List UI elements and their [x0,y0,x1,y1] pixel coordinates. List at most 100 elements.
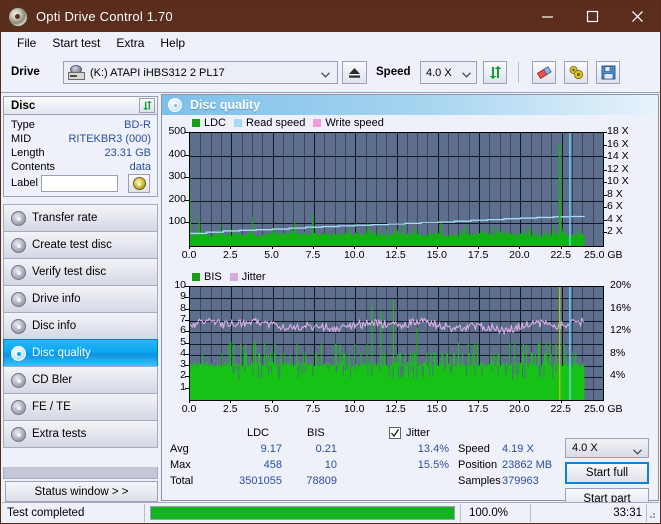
progress-bar [150,506,455,520]
stats-total-ldc: 3501055 [239,475,282,487]
sidebar-item-extra-tests[interactable]: Extra tests [3,420,158,448]
sidebar-item-disc-quality[interactable]: Disc quality [3,339,158,367]
bis-y-tick: 1 [180,380,186,393]
app-icon [8,6,28,27]
ldc-x-tickmark [519,246,521,249]
ldc-x-tickmark [312,246,314,249]
disc-row-key: MID [11,133,32,145]
sidebar-item-drive-info[interactable]: Drive info [3,285,158,313]
menu-file[interactable]: File [9,34,44,52]
speed-select-value: 4.0 X [426,66,452,79]
sidebar-item-disc-info[interactable]: Disc info [3,312,158,340]
sidebar-item-verify-test-disc[interactable]: Verify test disc [3,258,158,286]
bis-x-tickmark [560,400,562,403]
disc-icon [11,264,26,280]
bis-chart: BIS Jitter 1 2 3 4 5 6 7 8 9 10 4% 8% 12% 16% 20% 0.0… [162,270,658,425]
bis-x-tick: 25.0 GB [584,403,623,415]
bis-y-tick: 7 [180,312,186,325]
disc-row-mid: MID RITEKBR3 (000) [4,133,159,148]
sidebar-item-fe-te[interactable]: FE / TE [3,393,158,421]
minimize-icon[interactable] [525,1,570,32]
label-disc-button[interactable] [128,174,150,193]
bis-y-tick: 2 [180,369,186,382]
jitter-checkbox[interactable] [389,427,401,439]
ldc-y2-tick: 8 X [607,187,623,200]
ldc-y-tick: 100 [168,215,186,228]
bis-x-tick: 5.0 [264,403,279,415]
disc-panel-title: Disc [11,99,36,112]
bis-x-tick: 20.0 [509,403,530,415]
close-icon[interactable] [615,1,660,32]
speed-stat-label: Speed [458,443,490,455]
sidebar-item-label: Verify test disc [32,266,107,278]
bis-y-tickmark [185,308,189,310]
refresh-button[interactable] [483,61,507,84]
status-window-button[interactable]: Status window > > [5,481,158,502]
disc-panel-header: Disc [3,96,158,115]
drive-select[interactable]: (K:) ATAPI iHBS312 2 PL17 [63,61,338,84]
position-stat-label: Position [458,459,498,471]
progress-percent: 100.0% [469,506,509,519]
stats-col-header-bis: BIS [307,427,325,439]
ldc-x-tick: 15.0 [426,249,448,261]
label-input[interactable] [41,175,118,192]
samples-stat-label: Samples [458,475,501,487]
start-full-button[interactable]: Start full [565,462,649,484]
erase-button[interactable] [532,61,556,84]
write-speed-legend-label: Write speed [325,117,384,129]
bis-x-tick: 2.5 [222,403,238,415]
ldc-x-tick: 25.0 GB [584,249,623,261]
disc-refresh-button[interactable] [139,98,155,113]
save-button[interactable] [596,61,620,84]
bis-y-tick: 6 [180,324,186,337]
resize-grip[interactable] [646,509,656,519]
stats-row-label-total: Total [170,475,194,487]
menu-bar: File Start test Extra Help [1,32,660,54]
bis-y-tick: 3 [180,358,186,371]
chevron-down-icon [462,69,471,81]
test-speed-select[interactable]: 4.0 X [565,438,649,458]
bis-y2-tick: 4% [610,369,626,382]
bis-y-tickmark [185,376,189,378]
ldc-y2-tick: 16 X [607,137,629,150]
bis-plot-area [189,286,604,401]
menu-help[interactable]: Help [152,34,193,52]
drive-toolbar: Drive (K:) ATAPI iHBS312 2 PL17 Speed 4.… [1,54,660,93]
disc-row-length: Length 23.31 GB [4,147,159,162]
sidebar-item-label: Disc info [32,320,77,332]
sidebar-item-cd-bler[interactable]: CD Bler [3,366,158,394]
ldc-y2-tick: 14 X [607,150,629,163]
test-speed-value: 4.0 X [572,442,598,454]
status-message: Test completed [7,506,85,519]
speed-label: Speed [376,66,411,78]
bis-x-tickmark [395,400,397,403]
maximize-icon[interactable] [570,1,615,32]
bis-y2-tick: 8% [610,346,626,359]
cd-icon [132,177,146,190]
bis-y-tickmark [185,331,189,333]
stats-row-label-avg: Avg [170,443,189,455]
ldc-plot-svg [190,133,603,246]
ldc-x-tick: 2.5 [222,249,238,261]
bis-plot-svg [190,287,603,400]
speed-select[interactable]: 4.0 X [420,61,477,84]
bis-y-tickmark [185,387,189,389]
ldc-x-tickmark [478,246,480,249]
ldc-x-tick: 20.0 [509,249,530,261]
toolbar-divider [518,62,519,83]
menu-start-test[interactable]: Start test [44,34,108,52]
disc-icon [11,237,26,253]
sidebar-item-transfer-rate[interactable]: Transfer rate [3,204,158,232]
sidebar-item-label: Create test disc [32,239,112,251]
ldc-y-tickmark [185,177,189,179]
sidebar-item-label: Disc quality [32,347,91,359]
ldc-legend-label: LDC [204,117,227,129]
bis-x-tick: 17.5 [467,403,489,415]
ldc-x-tick: 5.0 [264,249,279,261]
menu-extra[interactable]: Extra [108,34,152,52]
sidebar-item-create-test-disc[interactable]: Create test disc [3,231,158,259]
bis-legend-label: BIS [204,271,222,283]
tools-button[interactable] [564,61,588,84]
bis-x-tick: 15.0 [426,403,448,415]
eject-button[interactable] [342,61,367,84]
